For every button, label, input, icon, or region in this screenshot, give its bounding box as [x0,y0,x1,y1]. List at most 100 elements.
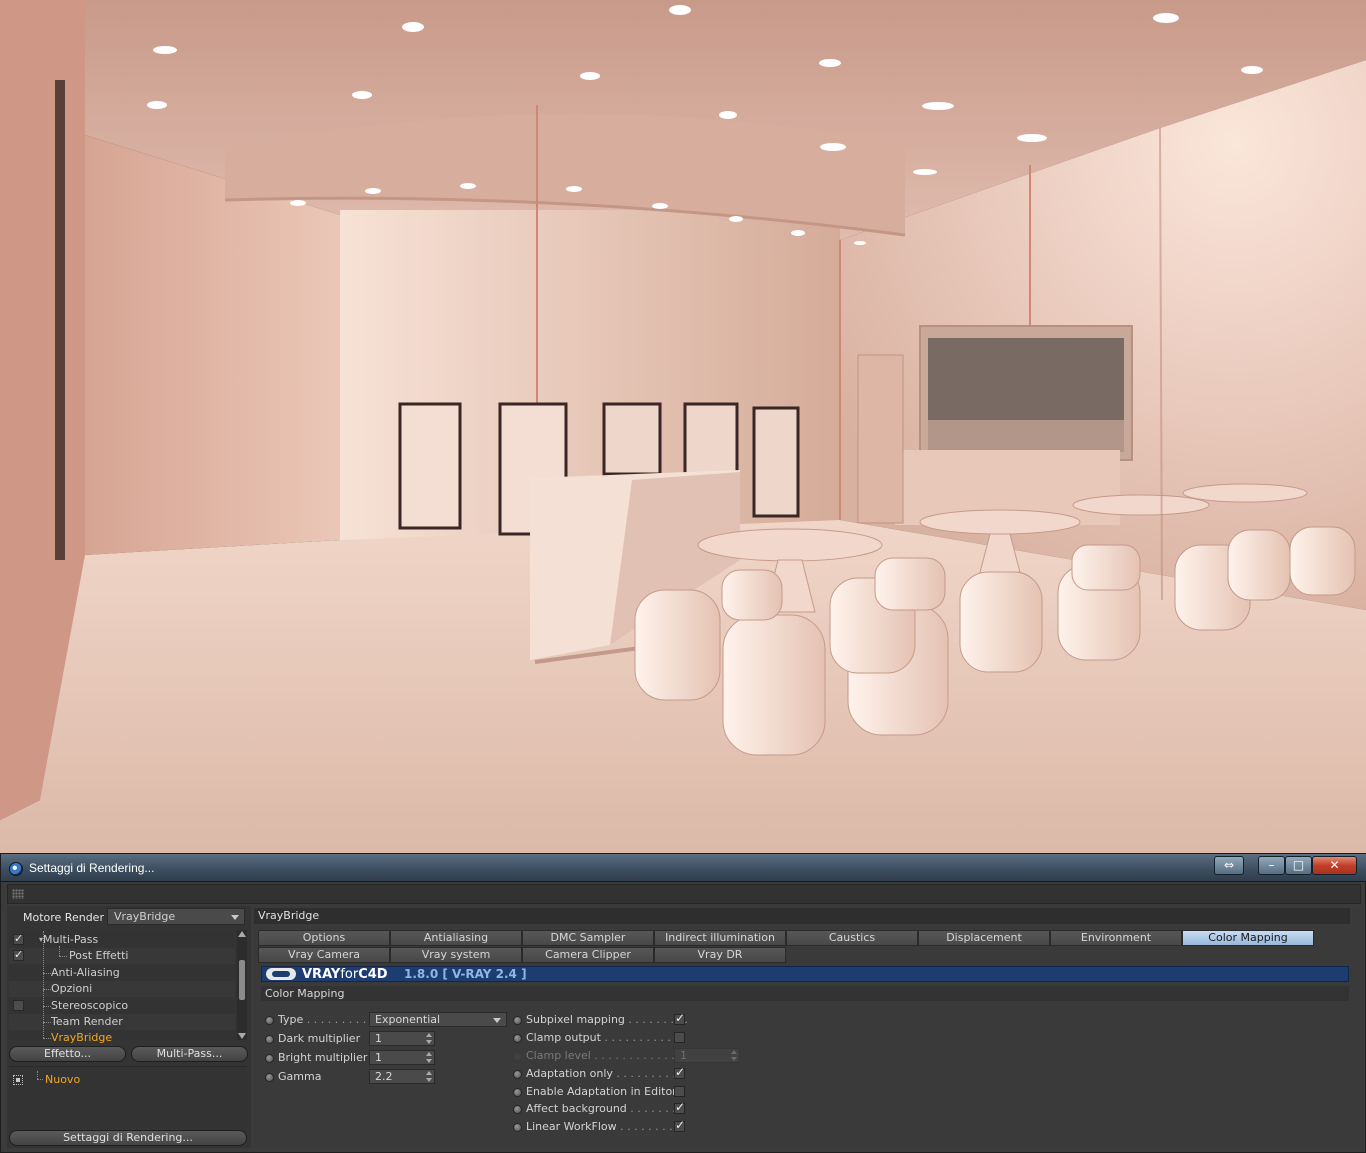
spinner-arrows-icon[interactable] [426,1071,432,1082]
enable-adaptation-editor-checkbox[interactable] [674,1086,685,1097]
tab-vray-camera[interactable]: Vray Camera [258,947,390,963]
linear-workflow-checkbox[interactable] [674,1118,685,1132]
affect-background-keyframe-dot[interactable] [513,1105,522,1114]
tab-dmc-sampler[interactable]: DMC Sampler [522,930,654,946]
affect-background-checkbox[interactable] [674,1100,685,1114]
bright-keyframe-dot[interactable] [265,1054,274,1063]
tree-connector [43,1006,51,1007]
close-button[interactable]: ✕ [1312,856,1357,875]
double-arrow-icon: ⇔ [1223,858,1235,872]
brand-for: for [340,967,359,982]
vray-version: 1.8.0 [ V-RAY 2.4 ] [404,967,527,981]
gamma-label: Gamma [278,1070,322,1083]
render-setting-icon[interactable] [13,1075,23,1085]
type-keyframe-dot[interactable] [265,1016,274,1025]
resize-button[interactable]: ⇔ [1214,856,1244,875]
render-viewport [0,0,1366,853]
spinner-arrows-icon[interactable] [426,1033,432,1044]
tab-displacement[interactable]: Displacement [918,930,1050,946]
linear-workflow-label: Linear WorkFlow [526,1120,617,1133]
multipass-checkbox[interactable] [13,931,24,947]
scrollbar-thumb[interactable] [239,960,245,1000]
stereoscopic-checkbox[interactable] [13,1000,24,1011]
tree-item-label: Multi-Pass [43,933,99,946]
vray-brand: VRAYforC4D [302,967,388,982]
tree-connector [37,1079,43,1080]
post-effects-checkbox[interactable] [13,947,24,963]
clamp-keyframe-dot[interactable] [513,1034,522,1043]
maximize-icon: □ [1292,858,1305,872]
render-engine-label: Motore Render [23,911,104,924]
minimize-button[interactable]: – [1258,856,1285,875]
adaptation-keyframe-dot[interactable] [513,1070,522,1079]
tab-camera-clipper[interactable]: Camera Clipper [522,947,654,963]
tree-connector [43,1006,44,1022]
tab-caustics[interactable]: Caustics [786,930,918,946]
param-bright-multiplier: Bright multiplier [265,1050,375,1066]
tab-antialiasing[interactable]: Antialiasing [390,930,522,946]
effect-button[interactable]: Effetto... [9,1046,126,1062]
tree-item-label: VrayBridge [51,1031,113,1044]
type-dropdown[interactable]: Exponential [369,1012,507,1027]
clamp-level-value: 1 [680,1049,687,1062]
tree-item-vraybridge[interactable]: VrayBridge [9,1022,235,1044]
tab-vray-system[interactable]: Vray system [390,947,522,963]
tab-vray-dr[interactable]: Vray DR [654,947,786,963]
scroll-down-icon[interactable] [238,1033,246,1039]
render-engine-select[interactable]: VrayBridge [107,908,245,925]
spinner-arrows-icon [731,1050,737,1061]
spinner-arrows-icon[interactable] [426,1052,432,1063]
tree-connector [59,956,67,957]
param-linear-workflow: Linear WorkFlow . . . . . . . . . [513,1119,688,1135]
tree-connector [43,1038,51,1039]
tab-options[interactable]: Options [258,930,390,946]
tree-scrollbar[interactable] [237,930,247,1040]
dark-multiplier-value: 1 [375,1032,382,1045]
param-enable-adaptation-editor: Enable Adaptation in Editor [513,1084,688,1100]
preset-name[interactable]: Nuovo [45,1073,80,1086]
gamma-input[interactable]: 2.2 [369,1069,435,1084]
toolbar-grip-bar [7,884,1361,904]
bright-multiplier-label: Bright multiplier [278,1051,368,1064]
scroll-up-icon[interactable] [238,931,246,937]
clamp-output-checkbox[interactable] [674,1032,685,1043]
tree-connector [43,1022,51,1023]
brand-c4d: C4D [358,967,388,982]
subpixel-mapping-checkbox[interactable] [674,1011,685,1025]
grip-icon[interactable] [12,889,24,899]
bright-multiplier-input[interactable]: 1 [369,1050,435,1065]
tree-item-label: Opzioni [51,982,93,995]
maximize-button[interactable]: □ [1285,856,1312,875]
multipass-button[interactable]: Multi-Pass... [131,1046,248,1062]
subpixel-keyframe-dot[interactable] [513,1016,522,1025]
title-bar[interactable]: Settaggi di Rendering... ⇔ – □ ✕ [1,854,1366,882]
tree-connector [43,973,44,989]
dark-keyframe-dot[interactable] [265,1035,274,1044]
dark-multiplier-label: Dark multiplier [278,1032,361,1045]
render-settings-dialog: Settaggi di Rendering... ⇔ – □ ✕ Motore … [0,853,1366,1153]
tab-color-mapping[interactable]: Color Mapping [1182,930,1314,946]
settings-left-panel: Motore Render VrayBridge Multi-Pass ▾ Po… [7,906,251,1148]
tree-item-label: Team Render [51,1015,123,1028]
param-clamp-level: Clamp level . . . . . . . . . . . . . . … [513,1048,696,1064]
tree-item-label: Stereoscopico [51,999,129,1012]
gamma-keyframe-dot[interactable] [265,1073,274,1082]
tree-item-label: Post Effetti [69,949,129,962]
adaptation-editor-keyframe-dot[interactable] [513,1088,522,1097]
tree-connector [43,1022,44,1038]
type-label-group: Type . . . . . . . . . . [278,1012,373,1028]
tree-item-label: Anti-Aliasing [51,966,120,979]
chevron-down-icon [231,915,239,920]
tree-connector [43,973,51,974]
linear-workflow-keyframe-dot[interactable] [513,1123,522,1132]
adaptation-only-checkbox[interactable] [674,1065,685,1079]
tree-connector [43,931,44,973]
tab-indirect-illumination[interactable]: Indirect illumination (GI) [654,930,786,958]
tab-environment[interactable]: Environment [1050,930,1182,946]
vray-logo-icon [266,968,296,980]
param-dark-multiplier: Dark multiplier [265,1031,375,1047]
render-settings-button[interactable]: Settaggi di Rendering... [9,1130,247,1146]
section-header-color-mapping: Color Mapping [261,986,1349,1001]
type-value: Exponential [375,1013,441,1026]
dark-multiplier-input[interactable]: 1 [369,1031,435,1046]
